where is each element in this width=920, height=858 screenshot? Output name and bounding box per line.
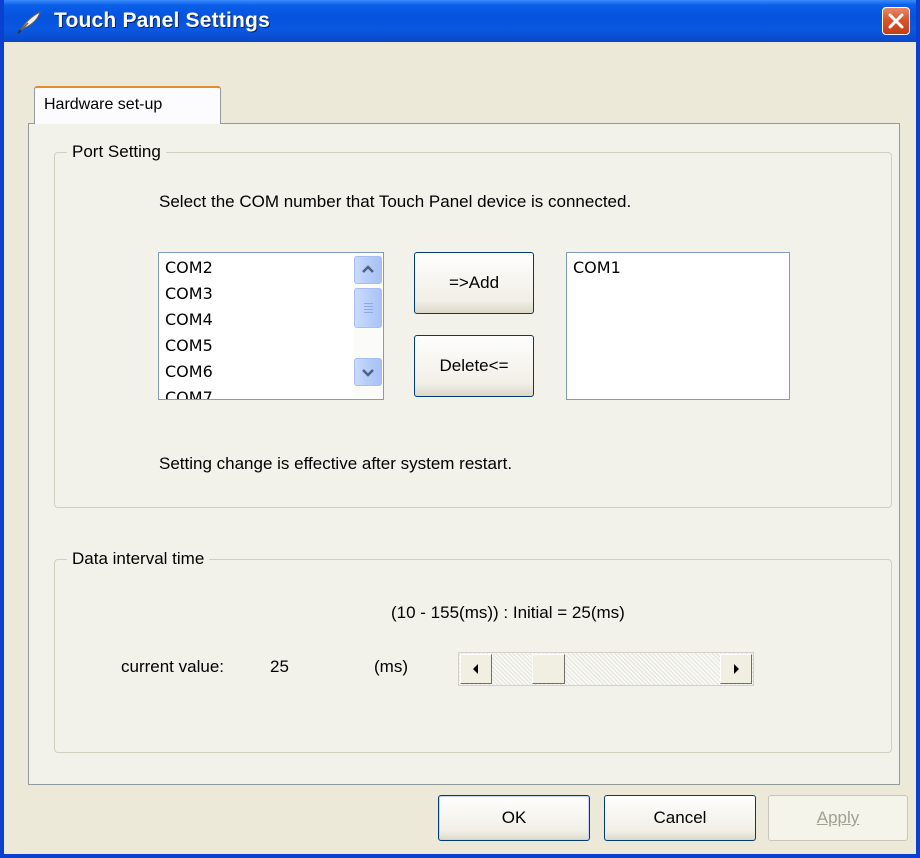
delete-port-button[interactable]: Delete<= [414, 335, 534, 397]
scroll-up-button[interactable] [354, 256, 382, 284]
interval-slider[interactable] [458, 652, 754, 686]
tab-hardware-setup[interactable]: Hardware set-up [34, 86, 221, 124]
arrow-right-icon [734, 664, 739, 674]
current-value: 25 [270, 657, 289, 676]
apply-button-label: Apply [816, 808, 860, 827]
ok-button-label: OK [501, 808, 527, 827]
available-ports-list[interactable]: COM2 COM3 COM4 COM5 COM6 COM7 [158, 252, 384, 400]
list-item[interactable]: COM2 [165, 255, 213, 281]
slider-right-button[interactable] [720, 654, 752, 684]
list-item[interactable]: COM4 [165, 307, 213, 333]
apply-button[interactable]: Apply [768, 795, 908, 841]
window-title: Touch Panel Settings [54, 9, 270, 32]
ports-list-scrollbar[interactable] [354, 254, 382, 398]
scroll-thumb[interactable] [354, 288, 382, 328]
port-instruction: Select the COM number that Touch Panel d… [159, 192, 632, 211]
cancel-button[interactable]: Cancel [604, 795, 756, 841]
port-setting-group-label: Port Setting [67, 142, 166, 162]
delete-port-button-label: Delete<= [439, 356, 509, 375]
data-interval-group-label: Data interval time [67, 549, 210, 569]
arrow-left-icon [473, 664, 478, 674]
selected-ports-list[interactable]: COM1 [566, 252, 790, 400]
interval-unit: (ms) [374, 657, 408, 676]
chevron-down-icon [362, 369, 374, 377]
restart-note: Setting change is effective after system… [159, 454, 513, 473]
title-bar[interactable]: Touch Panel Settings [4, 0, 916, 42]
feather-pen-icon [16, 10, 42, 34]
tab-label: Hardware set-up [44, 96, 163, 113]
interval-range-text: (10 - 155(ms)) : Initial = 25(ms) [391, 603, 625, 622]
cancel-button-label: Cancel [653, 808, 707, 827]
slider-thumb[interactable] [531, 654, 565, 684]
slider-left-button[interactable] [460, 654, 492, 684]
list-item[interactable]: COM6 [165, 359, 213, 385]
current-value-label: current value: [121, 657, 224, 676]
list-item[interactable]: COM3 [165, 281, 213, 307]
chevron-up-icon [362, 265, 374, 273]
list-item[interactable]: COM1 [573, 255, 621, 281]
add-port-button-label: =>Add [448, 273, 500, 292]
add-port-button[interactable]: =>Add [414, 252, 534, 314]
close-button[interactable] [882, 7, 910, 35]
touch-panel-settings-dialog: Touch Panel Settings Hardware set-up Por… [0, 0, 920, 858]
close-icon [888, 13, 904, 29]
list-item[interactable]: COM5 [165, 333, 213, 359]
list-item[interactable]: COM7 [165, 385, 213, 399]
scroll-down-button[interactable] [354, 358, 382, 386]
ok-button[interactable]: OK [438, 795, 590, 841]
